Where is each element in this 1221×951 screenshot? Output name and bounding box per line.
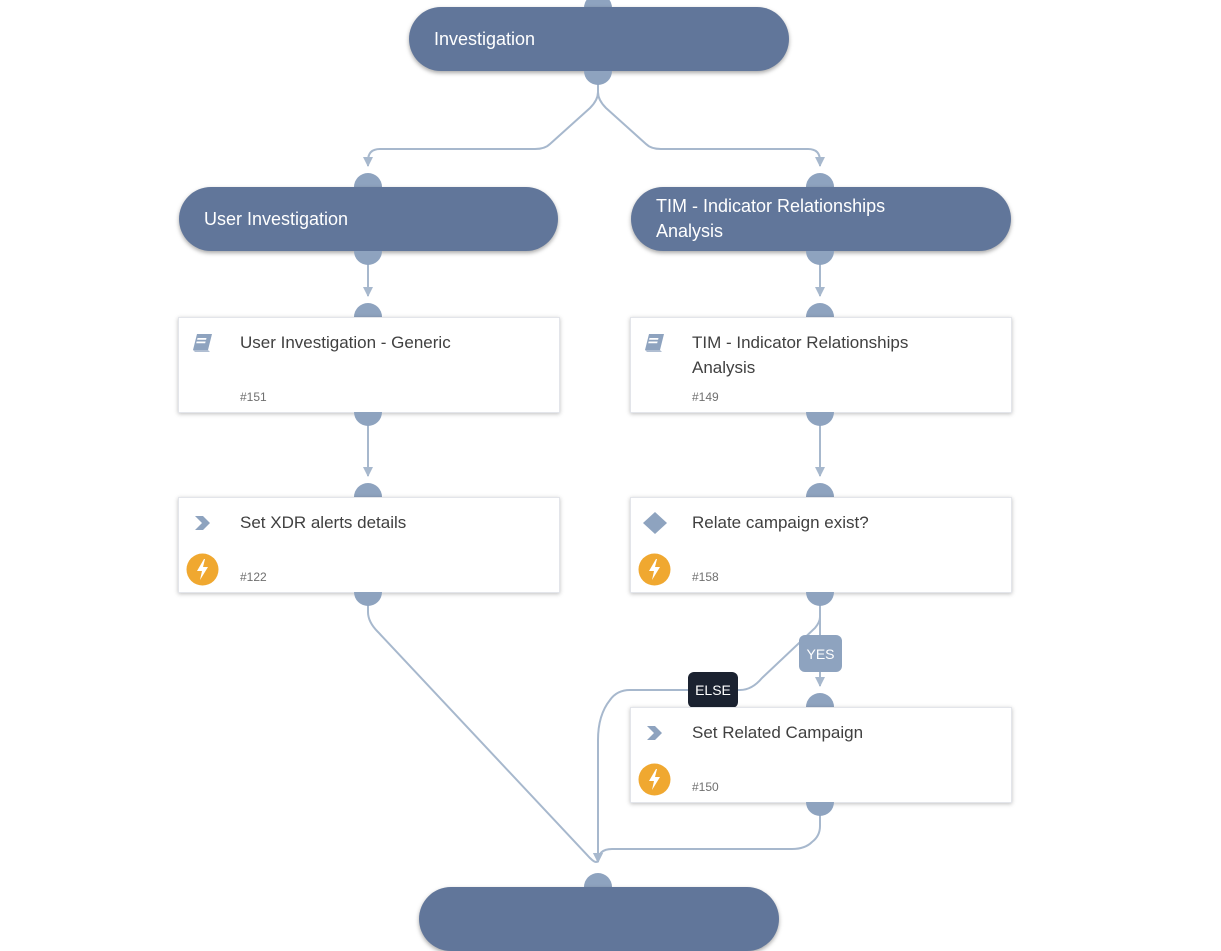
branch-label-text: ELSE xyxy=(695,682,731,698)
section-title: TIM - Indicator Relationships Analysis xyxy=(656,196,886,241)
automation-lightning-icon xyxy=(638,763,671,796)
section-next-partial[interactable] xyxy=(419,887,779,951)
section-investigation[interactable]: Investigation xyxy=(409,7,789,71)
task-id: #122 xyxy=(240,570,267,584)
action-chevron-icon xyxy=(195,516,210,530)
playbook-icon xyxy=(645,334,664,352)
task-set-xdr-alerts-details[interactable]: Set XDR alerts details #122 xyxy=(178,497,560,593)
branch-label-text: YES xyxy=(806,645,835,662)
edge-investigation-to-tim-analysis xyxy=(597,84,825,167)
condition-diamond-icon xyxy=(643,512,667,534)
task-set-related-campaign[interactable]: Set Related Campaign #150 xyxy=(630,707,1012,803)
branch-label-else[interactable]: ELSE xyxy=(688,672,738,708)
section-title: User Investigation xyxy=(204,208,349,229)
task-id: #158 xyxy=(692,570,719,584)
task-user-investigation-generic[interactable]: User Investigation - Generic #151 xyxy=(178,317,560,413)
task-id: #151 xyxy=(240,390,267,404)
section-tim-indicator-relationships[interactable]: TIM - Indicator Relationships Analysis xyxy=(631,187,1011,251)
edge-set-campaign-to-next xyxy=(597,814,821,863)
task-title: TIM - Indicator Relationships Analysis xyxy=(692,333,909,377)
task-title: User Investigation - Generic xyxy=(240,333,451,352)
automation-lightning-icon xyxy=(638,553,671,586)
section-title: Investigation xyxy=(434,28,536,49)
task-title: Set XDR alerts details xyxy=(240,513,407,532)
task-relate-campaign-exist[interactable]: Relate campaign exist? #158 xyxy=(630,497,1012,593)
action-chevron-icon xyxy=(647,726,662,740)
task-id: #150 xyxy=(692,780,719,794)
playbook-icon xyxy=(193,334,212,352)
branch-label-yes[interactable]: YES xyxy=(799,635,842,672)
automation-lightning-icon xyxy=(186,553,219,586)
task-title: Set Related Campaign xyxy=(692,723,864,742)
task-tim-indicator-relationships[interactable]: TIM - Indicator Relationships Analysis #… xyxy=(630,317,1012,413)
task-title: Relate campaign exist? xyxy=(692,513,869,532)
edge-set-xdr-to-next xyxy=(367,604,603,863)
section-user-investigation[interactable]: User Investigation xyxy=(179,187,558,251)
edges-layer xyxy=(363,84,825,863)
task-id: #149 xyxy=(692,390,719,404)
edge-investigation-to-user-investigation xyxy=(363,84,599,167)
